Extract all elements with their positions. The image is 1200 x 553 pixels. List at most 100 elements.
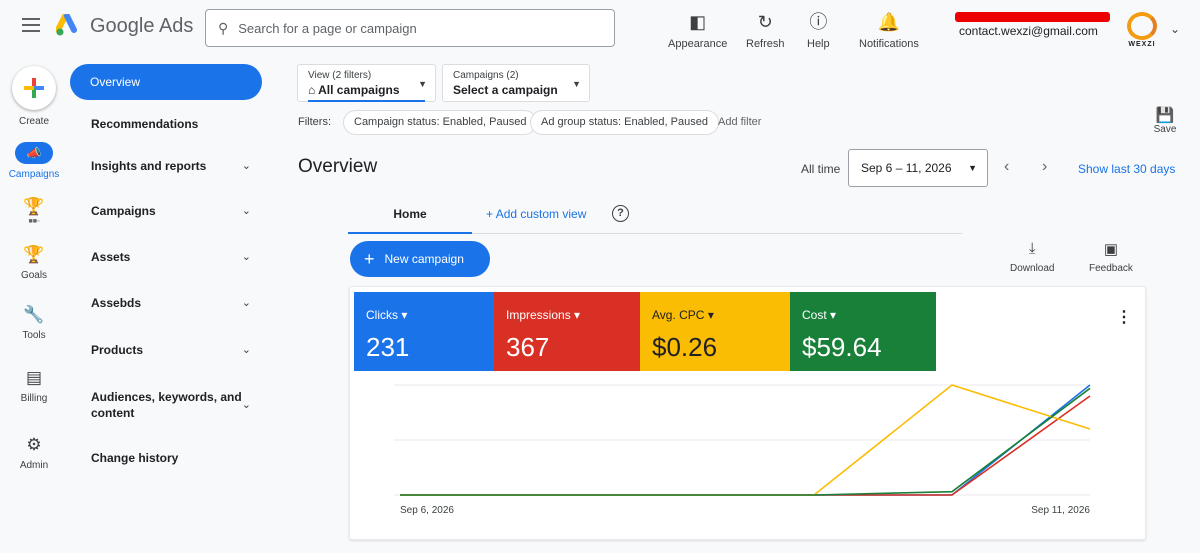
nav-assets-2[interactable]: Assebds ⌄ bbox=[68, 296, 263, 310]
nav-audiences-label-1: Audiences, keywords, and bbox=[91, 390, 242, 404]
selector-underline bbox=[308, 100, 425, 102]
metric-avg-cpc-value: $0.26 bbox=[652, 332, 718, 362]
new-campaign-label: New campaign bbox=[384, 252, 464, 266]
ads-logo-icon bbox=[56, 14, 77, 36]
chevron-down-icon: ⌄ bbox=[241, 344, 251, 356]
dropdown-arrow-icon: ▼ bbox=[968, 163, 977, 173]
chevron-down-icon: ⌄ bbox=[241, 297, 251, 309]
download-label: Download bbox=[1010, 263, 1055, 274]
campaign-selector-caption: Campaigns (2) bbox=[453, 70, 519, 81]
chevron-down-icon: ⌄ bbox=[241, 160, 251, 172]
dropdown-arrow-icon: ▾ bbox=[707, 308, 714, 322]
metric-impressions[interactable]: Impressions ▾ 367 bbox=[494, 292, 640, 371]
page-title: Overview bbox=[298, 156, 378, 177]
nav-campaigns[interactable]: Campaigns ⌄ bbox=[68, 204, 263, 218]
nav-recommendations-label: Recommendations bbox=[91, 117, 199, 131]
more-vert-icon[interactable]: ⋮ bbox=[1116, 307, 1132, 327]
show-last-30-days-link[interactable]: Show last 30 days bbox=[1078, 162, 1175, 176]
tab-home[interactable]: Home bbox=[348, 202, 472, 234]
app-name: Google Ads bbox=[90, 14, 194, 37]
account-logo-text: WEXZI bbox=[1128, 41, 1156, 48]
save-button[interactable]: 💾 Save bbox=[1150, 106, 1180, 135]
rail-admin[interactable]: ⚙ Admin bbox=[0, 434, 68, 471]
plus-icon bbox=[12, 66, 56, 110]
help-button[interactable]: ⓘ Help bbox=[807, 12, 830, 50]
nav-assets[interactable]: Assets ⌄ bbox=[68, 250, 263, 264]
nav-overview[interactable]: Overview bbox=[70, 64, 262, 100]
metric-cost[interactable]: Cost ▾ $59.64 bbox=[790, 292, 936, 371]
nav-insights[interactable]: Insights and reports ⌄ bbox=[68, 159, 263, 173]
create-button[interactable]: Create bbox=[0, 66, 68, 127]
metric-clicks[interactable]: Clicks ▾ 231 bbox=[354, 292, 494, 371]
performance-card: Clicks ▾ 231 Impressions ▾ 367 Avg. CPC … bbox=[349, 286, 1146, 540]
filters-label: Filters: bbox=[298, 116, 331, 128]
appearance-label: Appearance bbox=[668, 38, 728, 50]
gear-icon: ⚙ bbox=[26, 435, 42, 454]
metric-impressions-label: Impressions bbox=[506, 308, 571, 322]
chevron-down-icon: ⌄ bbox=[241, 399, 251, 411]
help-icon[interactable]: ? bbox=[612, 205, 629, 222]
plus-icon: + bbox=[486, 207, 496, 221]
campaign-selector[interactable]: Campaigns (2) Select a campaign ▼ bbox=[442, 64, 590, 102]
download-icon: ⤓ bbox=[1028, 240, 1036, 257]
create-label: Create bbox=[18, 116, 49, 127]
refresh-button[interactable]: ↻ Refresh bbox=[746, 12, 785, 50]
filter-chip-ad-group-status[interactable]: Ad group status: Enabled, Paused bbox=[530, 110, 719, 135]
dropdown-arrow-icon: ▼ bbox=[418, 79, 427, 89]
series-line-3 bbox=[400, 387, 1091, 496]
rail-campaigns[interactable]: 📣 Campaigns bbox=[0, 142, 68, 180]
view-tabs: Home + Add custom view ? bbox=[348, 202, 962, 234]
download-button[interactable]: ⤓ Download bbox=[1010, 240, 1054, 274]
view-selector-text: All campaigns bbox=[318, 83, 400, 97]
save-icon: 💾 bbox=[1155, 107, 1175, 124]
view-selector-caption: View (2 filters) bbox=[308, 70, 372, 81]
chevron-down-icon[interactable]: ⌄ bbox=[1170, 22, 1180, 36]
nav-change-history[interactable]: Change history bbox=[68, 451, 263, 465]
trophy-icon: 🏆 bbox=[23, 197, 45, 216]
chevron-down-icon: ⌄ bbox=[241, 251, 251, 263]
date-range-value: Sep 6 – 11, 2026 bbox=[861, 161, 952, 175]
nav-change-history-label: Change history bbox=[91, 451, 179, 465]
rail-goals[interactable]: 🏆 Goals bbox=[0, 244, 68, 281]
google-ads-logo[interactable]: Google Ads bbox=[56, 14, 193, 38]
plus-icon: + bbox=[364, 249, 375, 269]
chart-grid bbox=[394, 384, 1090, 496]
nav-assets-2-label: Assebds bbox=[91, 296, 142, 310]
nav-audiences[interactable]: Audiences, keywords, and content ⌄ bbox=[68, 389, 263, 421]
dropdown-arrow-icon: ▾ bbox=[401, 308, 408, 322]
nav-recommendations[interactable]: Recommendations bbox=[68, 117, 263, 131]
account-email[interactable]: contact.wexzi@gmail.com bbox=[959, 24, 1098, 38]
add-custom-view-button[interactable]: + Add custom view bbox=[486, 202, 586, 226]
add-filter-link[interactable]: Add filter bbox=[718, 116, 761, 128]
metric-avg-cpc[interactable]: Avg. CPC ▾ $0.26 bbox=[640, 292, 790, 371]
redacted-name bbox=[955, 12, 1110, 22]
credit-card-icon: ▤ bbox=[25, 368, 43, 387]
chart-x-ticks: Sep 6, 2026 Sep 11, 2026 bbox=[400, 505, 1090, 516]
trophy-icon: 🏆 bbox=[23, 245, 45, 264]
rail-goals-extra[interactable]: 🏆 ■■◦ bbox=[0, 196, 68, 225]
menu-icon[interactable] bbox=[22, 18, 40, 32]
date-range-picker[interactable]: Sep 6 – 11, 2026 ▼ bbox=[848, 149, 988, 187]
metric-impressions-value: 367 bbox=[506, 332, 550, 362]
feedback-button[interactable]: ▣ Feedback bbox=[1089, 240, 1133, 274]
campaign-selector-value: Select a campaign bbox=[453, 83, 558, 97]
account-avatar[interactable]: WEXZI bbox=[1124, 12, 1160, 48]
nav-assets-label: Assets bbox=[91, 250, 131, 264]
megaphone-icon: 📣 bbox=[15, 142, 53, 164]
all-time-label: All time bbox=[801, 162, 841, 176]
notifications-label: Notifications bbox=[859, 38, 919, 50]
appearance-button[interactable]: ◧ Appearance bbox=[668, 12, 727, 50]
notifications-button[interactable]: 🔔 Notifications bbox=[859, 12, 919, 50]
save-label: Save bbox=[1153, 124, 1177, 135]
new-campaign-button[interactable]: + New campaign bbox=[350, 241, 490, 277]
search-input[interactable]: ⚲ Search for a page or campaign bbox=[205, 9, 615, 47]
rail-tools[interactable]: 🔧 Tools bbox=[0, 304, 68, 341]
metric-clicks-value: 231 bbox=[366, 332, 410, 362]
view-selector[interactable]: View (2 filters) ⌂ All campaigns ▼ bbox=[297, 64, 436, 102]
bell-icon: 🔔 bbox=[877, 12, 901, 32]
filter-chip-campaign-status[interactable]: Campaign status: Enabled, Paused bbox=[343, 110, 538, 135]
chevron-left-icon[interactable]: ‹ bbox=[1004, 158, 1009, 176]
rail-billing[interactable]: ▤ Billing bbox=[0, 367, 68, 404]
chevron-right-icon[interactable]: › bbox=[1042, 158, 1047, 176]
nav-products[interactable]: Products ⌄ bbox=[68, 343, 263, 357]
